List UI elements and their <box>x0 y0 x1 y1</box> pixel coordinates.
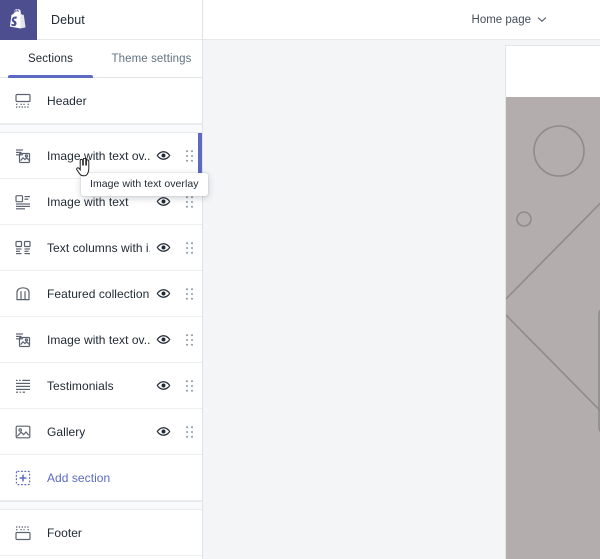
theme-editor-app: Debut Sections Theme settings <box>0 0 600 559</box>
tab-sections[interactable]: Sections <box>0 40 101 77</box>
sidebar-item-featured-collection[interactable]: Featured collection <box>0 271 202 317</box>
preview-stage: CUTE P <box>203 40 600 559</box>
sidebar-item-image-with-text-overlay-2[interactable]: Image with text ov... <box>0 317 202 363</box>
sidebar-item-gallery[interactable]: Gallery <box>0 409 202 455</box>
chevron-down-icon <box>537 14 547 26</box>
section-tooltip: Image with text overlay <box>81 173 208 196</box>
tab-theme-settings-label: Theme settings <box>111 53 191 65</box>
drag-handle-icon[interactable] <box>176 241 202 255</box>
section-list: Header Image with text ov... <box>0 78 202 559</box>
image-with-text-overlay-icon <box>12 145 34 167</box>
preview-topbar: Home page <box>203 0 600 40</box>
sidebar-item-label: Image with text <box>34 195 150 209</box>
theme-name-label: Debut <box>37 13 85 27</box>
list-group-separator-footer <box>0 501 202 510</box>
selected-indicator <box>198 133 202 178</box>
add-section-plus-icon <box>12 467 34 489</box>
sections-sidebar: Debut Sections Theme settings <box>0 0 203 559</box>
sidebar-item-label: Featured collection <box>34 287 150 301</box>
visibility-eye-icon[interactable] <box>150 332 176 347</box>
sidebar-item-label: Footer <box>34 526 202 540</box>
gallery-icon <box>12 421 34 443</box>
sidebar-item-label: Text columns with i... <box>34 241 150 255</box>
visibility-eye-icon[interactable] <box>150 424 176 439</box>
preview-panel: Home page CUTE P <box>203 0 600 559</box>
sidebar-item-label: Gallery <box>34 425 150 439</box>
page-selector-label: Home page <box>472 14 531 26</box>
drag-handle-icon[interactable] <box>176 333 202 347</box>
sidebar-item-testimonials[interactable]: Testimonials <box>0 363 202 409</box>
sidebar-topbar: Debut <box>0 0 202 40</box>
list-group-separator <box>0 124 202 133</box>
header-layout-icon <box>12 90 34 112</box>
featured-collection-icon <box>12 283 34 305</box>
tab-sections-label: Sections <box>28 53 73 65</box>
sidebar-item-label: Image with text ov... <box>34 333 150 347</box>
sidebar-item-footer[interactable]: Footer <box>0 510 202 556</box>
image-with-text-overlay-icon <box>12 329 34 351</box>
sidebar-item-text-columns-with-images[interactable]: Text columns with i... <box>0 225 202 271</box>
image-with-text-icon <box>12 191 34 213</box>
sidebar-item-label: Header <box>34 94 202 108</box>
storefront-header: CUTE P <box>506 46 600 97</box>
footer-layout-icon <box>12 522 34 544</box>
drag-handle-icon[interactable] <box>176 287 202 301</box>
sidebar-item-label: Testimonials <box>34 379 150 393</box>
add-section-button[interactable]: Add section <box>0 455 202 501</box>
drag-handle-icon[interactable] <box>176 425 202 439</box>
tab-theme-settings[interactable]: Theme settings <box>101 40 202 77</box>
visibility-eye-icon[interactable] <box>150 194 176 209</box>
visibility-eye-icon[interactable] <box>150 148 176 163</box>
sidebar-tabs: Sections Theme settings <box>0 40 202 78</box>
add-section-label: Add section <box>34 471 202 485</box>
text-columns-icon <box>12 237 34 259</box>
shopify-bag-icon[interactable] <box>0 0 37 40</box>
visibility-eye-icon[interactable] <box>150 240 176 255</box>
testimonials-icon <box>12 375 34 397</box>
drag-handle-icon[interactable] <box>176 195 202 209</box>
storefront-preview-frame[interactable]: CUTE P <box>506 46 600 559</box>
drag-handle-icon[interactable] <box>176 379 202 393</box>
page-selector-dropdown[interactable]: Home page <box>472 14 547 26</box>
sidebar-item-header[interactable]: Header <box>0 78 202 124</box>
visibility-eye-icon[interactable] <box>150 378 176 393</box>
visibility-eye-icon[interactable] <box>150 286 176 301</box>
hero-image-placeholder[interactable] <box>506 97 600 559</box>
sidebar-item-label: Image with text ov... <box>34 149 150 163</box>
